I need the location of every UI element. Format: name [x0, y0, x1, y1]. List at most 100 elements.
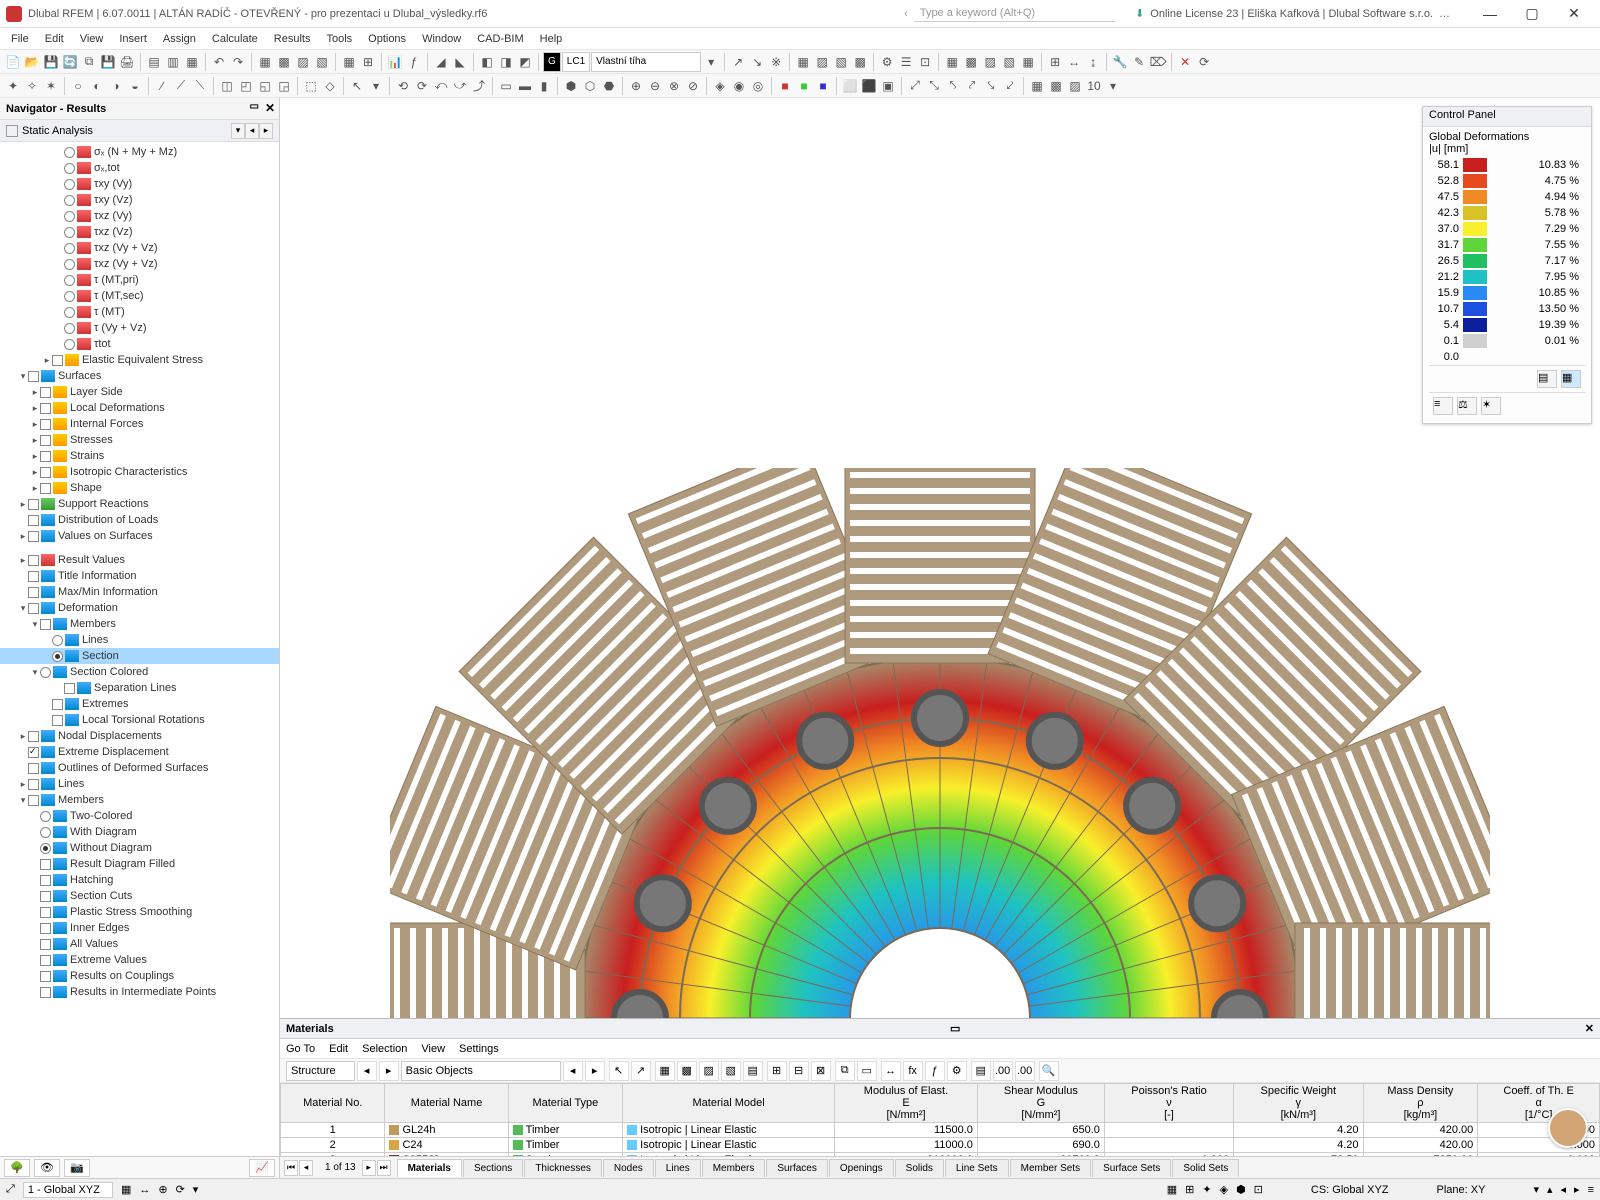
tree-row[interactable]: Two-Colored — [0, 808, 279, 824]
sel3-icon[interactable]: ✶ — [42, 77, 60, 95]
r1-icon[interactable]: ◢ — [432, 53, 450, 71]
menu-calculate[interactable]: Calculate — [205, 31, 265, 47]
mat-tab[interactable]: Thicknesses — [524, 1159, 602, 1177]
menu-results[interactable]: Results — [267, 31, 318, 47]
nav-dd-icon[interactable]: ▾ — [231, 123, 245, 139]
tree-row[interactable]: τ (Vy + Vz) — [0, 320, 279, 336]
tree-row[interactable]: Extreme Displacement — [0, 744, 279, 760]
tree-row[interactable]: τ (MT,pri) — [0, 272, 279, 288]
tree-row[interactable]: ▾Deformation — [0, 600, 279, 616]
p1-icon[interactable]: ⬚ — [302, 77, 320, 95]
fx-icon[interactable]: ƒ — [405, 53, 423, 71]
mat-next2-icon[interactable]: ▸ — [585, 1061, 605, 1081]
cp-tab1-icon[interactable]: ≡ — [1433, 397, 1453, 415]
z2-icon[interactable]: ◉ — [730, 77, 748, 95]
mt10-icon[interactable]: ⊠ — [811, 1061, 831, 1081]
mt18-icon[interactable]: .00 — [993, 1061, 1013, 1081]
r2-icon[interactable]: ◣ — [451, 53, 469, 71]
mat-tab[interactable]: Surface Sets — [1092, 1159, 1171, 1177]
chevron-left-icon[interactable]: ‹ — [904, 8, 908, 20]
mt14-icon[interactable]: fx — [903, 1061, 923, 1081]
undo-icon[interactable]: ↶ — [210, 53, 228, 71]
lc-badge[interactable]: G — [543, 52, 561, 72]
tree-row[interactable]: ▸Stresses — [0, 432, 279, 448]
mat-tab[interactable]: Materials — [397, 1159, 462, 1177]
mt8-icon[interactable]: ⊞ — [767, 1061, 787, 1081]
tree-row[interactable]: Max/Min Information — [0, 584, 279, 600]
c7-icon[interactable]: ⊡ — [916, 53, 934, 71]
menu-insert[interactable]: Insert — [112, 31, 154, 47]
q4-icon[interactable]: ⤻ — [451, 77, 469, 95]
nav-tab-chart-icon[interactable]: 📈 — [249, 1159, 275, 1177]
l1-icon[interactable]: ∕ — [153, 77, 171, 95]
table-row[interactable]: 2C24TimberIsotropic | Linear Elastic1100… — [281, 1138, 1600, 1153]
end2-icon[interactable]: ▩ — [1047, 77, 1065, 95]
menu-assign[interactable]: Assign — [156, 31, 203, 47]
d1-icon[interactable]: ▦ — [943, 53, 961, 71]
cube3-icon[interactable]: ▣ — [879, 77, 897, 95]
mat-tab[interactable]: Line Sets — [945, 1159, 1009, 1177]
sb-ic14[interactable]: ◂ — [1561, 1183, 1567, 1196]
w1-icon[interactable]: ▭ — [497, 77, 515, 95]
tree-row[interactable]: τxz (Vy + Vz) — [0, 240, 279, 256]
tree-row[interactable]: ▸Nodal Displacements — [0, 728, 279, 744]
maximize-button[interactable]: ▢ — [1512, 2, 1552, 26]
mt20-icon[interactable]: 🔍 — [1039, 1061, 1059, 1081]
cube2-icon[interactable]: ⬛ — [860, 77, 878, 95]
copy-icon[interactable]: ⧉ — [80, 53, 98, 71]
e3-icon[interactable]: ↨ — [1084, 53, 1102, 71]
tree-row[interactable]: ▸Shape — [0, 480, 279, 496]
cp-btn1-icon[interactable]: ▤ — [1537, 370, 1557, 388]
tree-row[interactable]: ▸Isotropic Characteristics — [0, 464, 279, 480]
sb-ic1[interactable]: ▦ — [121, 1183, 131, 1196]
tree-row[interactable]: Title Information — [0, 568, 279, 584]
end4-icon[interactable]: 10 — [1085, 77, 1103, 95]
tree-row[interactable]: τxz (Vy + Vz) — [0, 256, 279, 272]
doc2-icon[interactable]: ▥ — [164, 53, 182, 71]
model-viewport[interactable]: Control Panel Global Deformations|u| [mm… — [280, 98, 1600, 1018]
z3-icon[interactable]: ◎ — [749, 77, 767, 95]
mt3-icon[interactable]: ▦ — [655, 1061, 675, 1081]
d2-icon[interactable]: ▩ — [962, 53, 980, 71]
grid-icon[interactable]: ▦ — [340, 53, 358, 71]
tree-row[interactable]: ▾Members — [0, 616, 279, 632]
nav-tab-tree-icon[interactable]: 🌳 — [4, 1159, 30, 1177]
mt9-icon[interactable]: ⊟ — [789, 1061, 809, 1081]
sb-ic15[interactable]: ▸ — [1574, 1183, 1580, 1196]
loadcase-name[interactable]: Vlastní tíha — [591, 52, 701, 72]
mat-menu-view[interactable]: View — [421, 1043, 445, 1055]
tree-row[interactable]: Lines — [0, 632, 279, 648]
c3-icon[interactable]: ▧ — [832, 53, 850, 71]
close-panel-icon[interactable]: ✕ — [265, 101, 275, 115]
sb-ic12[interactable]: ▾ — [1533, 1183, 1539, 1196]
assistant-avatar[interactable] — [1548, 1108, 1588, 1148]
mat-tab[interactable]: Lines — [655, 1159, 701, 1177]
keyword-search[interactable]: Type a keyword (Alt+Q) — [914, 5, 1115, 22]
x3-icon[interactable]: ⬣ — [600, 77, 618, 95]
c5-icon[interactable]: ⚙ — [878, 53, 896, 71]
tree-row[interactable]: τ (MT,sec) — [0, 288, 279, 304]
menu-window[interactable]: Window — [415, 31, 468, 47]
mat-close-icon[interactable]: ✕ — [1585, 1022, 1594, 1035]
mat-prev-icon[interactable]: ◂ — [357, 1061, 377, 1081]
mt6-icon[interactable]: ▧ — [721, 1061, 741, 1081]
mt16-icon[interactable]: ⚙ — [947, 1061, 967, 1081]
tree-row[interactable]: ▸Support Reactions — [0, 496, 279, 512]
n2-icon[interactable]: ◐ — [88, 77, 106, 95]
s3-icon[interactable]: ◱ — [256, 77, 274, 95]
tree-row[interactable]: Extreme Values — [0, 952, 279, 968]
sb-ic10[interactable]: ⬢ — [1236, 1183, 1246, 1196]
sb-ic3[interactable]: ⊕ — [158, 1183, 167, 1196]
d3-icon[interactable]: ▨ — [981, 53, 999, 71]
c2-icon[interactable]: ▨ — [813, 53, 831, 71]
c6-icon[interactable]: ☰ — [897, 53, 915, 71]
ax1-icon[interactable]: ⤢ — [906, 77, 924, 95]
restore-icon[interactable]: ▭ — [250, 101, 259, 112]
tree-row[interactable]: Local Torsional Rotations — [0, 712, 279, 728]
nav-tab-cam-icon[interactable]: 📷 — [64, 1159, 90, 1177]
y2-icon[interactable]: ⊖ — [646, 77, 664, 95]
mat-tab[interactable]: Sections — [463, 1159, 523, 1177]
s2-icon[interactable]: ◰ — [237, 77, 255, 95]
col2-icon[interactable]: ■ — [795, 77, 813, 95]
mat-next-icon[interactable]: ▸ — [379, 1061, 399, 1081]
